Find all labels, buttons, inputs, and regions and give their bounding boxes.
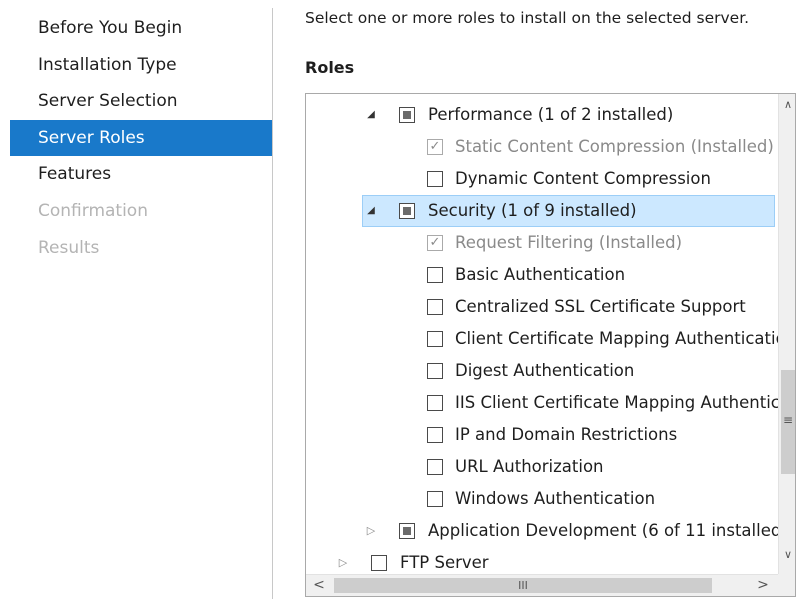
tree-row-label: Application Development (6 of 11 install… xyxy=(428,521,778,540)
tree-row-performance[interactable]: ◢ Performance (1 of 2 installed) xyxy=(306,99,778,131)
expand-arrow-icon[interactable]: ◢ xyxy=(364,99,378,131)
vertical-scrollbar[interactable]: ∧ ≡ ∨ xyxy=(778,94,795,574)
role-checkbox-url-authorization[interactable] xyxy=(427,459,443,475)
tree-row-label: Client Certificate Mapping Authenticatio… xyxy=(455,329,778,348)
nav-item-before-you-begin[interactable]: Before You Begin xyxy=(10,10,272,47)
tree-row-client-certificate-mapping[interactable]: Client Certificate Mapping Authenticatio… xyxy=(306,323,778,355)
tree-row-label: Security (1 of 9 installed) xyxy=(428,201,637,220)
tree-row-windows-authentication[interactable]: Windows Authentication xyxy=(306,483,778,515)
tree-row-label: Performance (1 of 2 installed) xyxy=(428,105,674,124)
nav-item-server-roles[interactable]: Server Roles xyxy=(10,119,272,157)
check-icon: ✓ xyxy=(427,235,443,251)
tree-row-digest-authentication[interactable]: Digest Authentication xyxy=(306,355,778,387)
role-checkbox-windows-authentication[interactable] xyxy=(427,491,443,507)
nav-divider xyxy=(272,8,273,599)
role-checkbox-iis-client-certificate-mapping[interactable] xyxy=(427,395,443,411)
tree-row-basic-authentication[interactable]: Basic Authentication xyxy=(306,259,778,291)
tree-row-url-authorization[interactable]: URL Authorization xyxy=(306,451,778,483)
roles-tree[interactable]: ◢ Performance (1 of 2 installed) ✓ Stati… xyxy=(305,93,796,597)
tree-row-ip-domain-restrictions[interactable]: IP and Domain Restrictions xyxy=(306,419,778,451)
horizontal-scrollbar[interactable]: < III > xyxy=(306,574,778,596)
collapse-arrow-icon[interactable]: ▷ xyxy=(364,515,378,547)
tree-row-label: FTP Server xyxy=(400,553,489,572)
tree-row-label: Basic Authentication xyxy=(455,265,626,284)
tree-row-label: Request Filtering (Installed) xyxy=(455,233,683,252)
tree-row-label: IP and Domain Restrictions xyxy=(455,425,678,444)
tree-row-label: Windows Authentication xyxy=(455,489,656,508)
roles-tree-content: ◢ Performance (1 of 2 installed) ✓ Stati… xyxy=(306,94,778,574)
nav-item-results: Results xyxy=(38,237,100,258)
tree-row-label: Centralized SSL Certificate Support xyxy=(455,297,746,316)
tree-row-label: URL Authorization xyxy=(455,457,604,476)
role-checkbox-performance[interactable] xyxy=(399,107,415,123)
tree-row-request-filtering: ✓ Request Filtering (Installed) xyxy=(306,227,778,259)
wizard-nav: Before You Begin Installation Type Serve… xyxy=(10,10,272,266)
roles-heading: Roles xyxy=(305,58,355,77)
tree-row-label: Digest Authentication xyxy=(455,361,635,380)
role-checkbox-client-certificate-mapping[interactable] xyxy=(427,331,443,347)
instruction-text: Select one or more roles to install on t… xyxy=(305,9,750,27)
role-checkbox-ftp-server[interactable] xyxy=(371,555,387,571)
collapse-arrow-icon[interactable]: ▷ xyxy=(336,547,350,574)
tree-row-ftp-server[interactable]: ▷ FTP Server xyxy=(306,547,778,574)
scrollbar-corner xyxy=(778,574,795,596)
tree-row-dynamic-content-compression[interactable]: Dynamic Content Compression xyxy=(306,163,778,195)
scroll-up-button[interactable]: ∧ xyxy=(779,96,795,114)
check-icon: ✓ xyxy=(427,139,443,155)
tree-row-label: IIS Client Certificate Mapping Authentic… xyxy=(455,393,778,412)
tree-row-label: Static Content Compression (Installed) xyxy=(455,137,774,156)
tree-row-static-content-compression: ✓ Static Content Compression (Installed) xyxy=(306,131,778,163)
scroll-down-button[interactable]: ∨ xyxy=(779,546,795,564)
nav-item-confirmation: Confirmation xyxy=(38,200,148,221)
role-checkbox-centralized-ssl[interactable] xyxy=(427,299,443,315)
nav-item-server-selection[interactable]: Server Selection xyxy=(10,83,272,120)
tree-row-label: Dynamic Content Compression xyxy=(455,169,711,188)
scroll-left-button[interactable]: < xyxy=(310,577,328,595)
horizontal-scroll-thumb[interactable]: III xyxy=(334,578,712,593)
nav-item-features[interactable]: Features xyxy=(10,156,272,193)
vertical-scroll-thumb[interactable]: ≡ xyxy=(781,370,795,474)
nav-item-installation-type[interactable]: Installation Type xyxy=(10,47,272,84)
role-checkbox-security[interactable] xyxy=(399,203,415,219)
tree-row-centralized-ssl[interactable]: Centralized SSL Certificate Support xyxy=(306,291,778,323)
tree-row-application-development[interactable]: ▷ Application Development (6 of 11 insta… xyxy=(306,515,778,547)
role-checkbox-application-development[interactable] xyxy=(399,523,415,539)
expand-arrow-icon[interactable]: ◢ xyxy=(364,196,378,226)
role-checkbox-basic-authentication[interactable] xyxy=(427,267,443,283)
role-checkbox-ip-domain-restrictions[interactable] xyxy=(427,427,443,443)
grip-icon: ≡ xyxy=(782,413,794,427)
role-checkbox-digest-authentication[interactable] xyxy=(427,363,443,379)
tree-row-iis-client-certificate-mapping[interactable]: IIS Client Certificate Mapping Authentic… xyxy=(306,387,778,419)
tree-row-security[interactable]: ◢ Security (1 of 9 installed) xyxy=(362,195,775,227)
scroll-right-button[interactable]: > xyxy=(754,577,772,595)
role-checkbox-dynamic-content-compression[interactable] xyxy=(427,171,443,187)
